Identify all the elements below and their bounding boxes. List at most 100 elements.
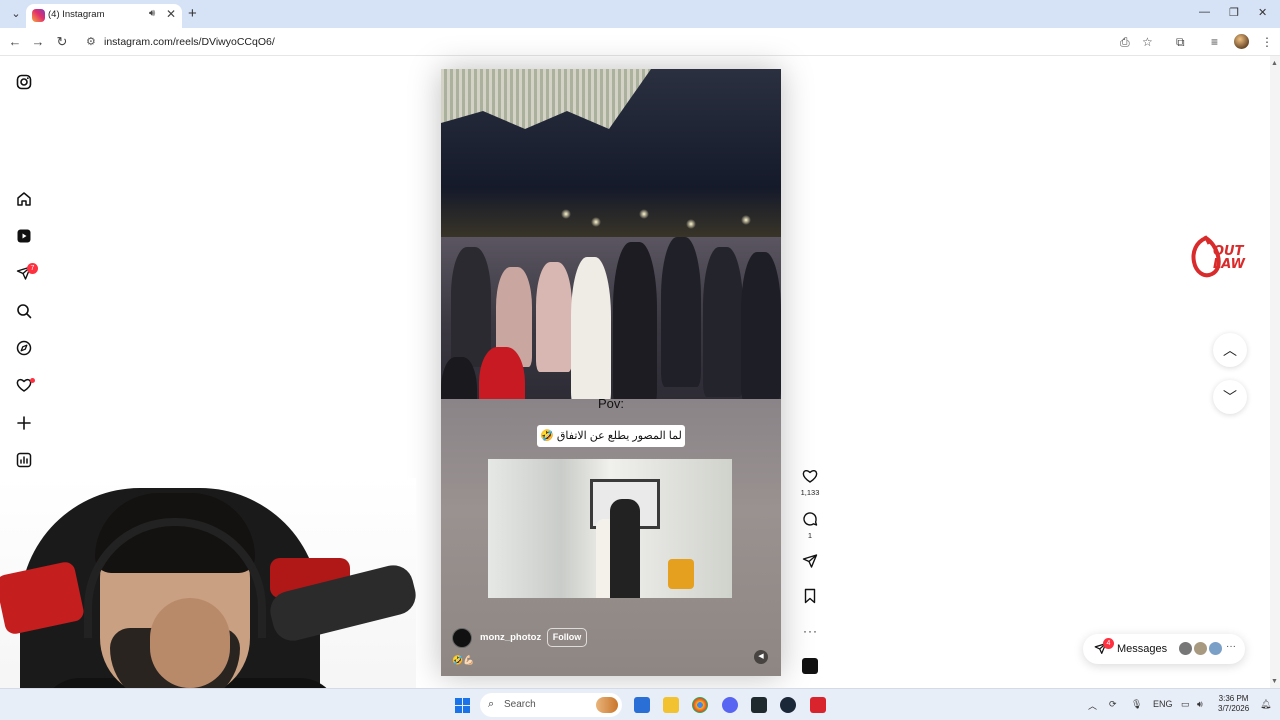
tab-close-icon[interactable]: ✕ bbox=[166, 7, 176, 21]
tab-strip: ⌄ (4) Instagram 🔊︎ ✕ + — ❐ ✕ bbox=[0, 0, 1280, 28]
save-icon[interactable] bbox=[802, 588, 818, 604]
reel-person bbox=[703, 247, 743, 397]
start-button-icon[interactable] bbox=[455, 698, 470, 713]
forward-icon[interactable]: → bbox=[30, 34, 46, 49]
bookmark-star-icon[interactable]: ☆ bbox=[1142, 35, 1153, 49]
minimize-icon[interactable]: — bbox=[1199, 6, 1210, 18]
app-icon[interactable] bbox=[810, 697, 826, 713]
chrome-icon[interactable] bbox=[692, 697, 708, 713]
webcam-overlay bbox=[0, 478, 416, 720]
restore-icon[interactable]: ❐ bbox=[1229, 6, 1239, 19]
browser-profile-avatar[interactable] bbox=[1234, 34, 1249, 49]
page-scrollbar[interactable] bbox=[1270, 56, 1280, 688]
speaker-icon[interactable]: ◀ bbox=[754, 650, 768, 664]
network-icon[interactable]: ▭ bbox=[1181, 699, 1190, 710]
media-control-icon[interactable]: ≡ bbox=[1211, 35, 1218, 49]
audio-playing-icon[interactable]: 🔊︎ bbox=[149, 8, 155, 19]
file-explorer-icon[interactable] bbox=[663, 697, 679, 713]
address-bar[interactable]: ⚙ instagram.com/reels/DViwyoCCqO6/ bbox=[80, 31, 1160, 53]
inset-groom bbox=[610, 499, 640, 598]
create-icon[interactable] bbox=[16, 415, 32, 431]
reel-caption: لما المصور يطلع عن الاتفاق 🤣 bbox=[537, 425, 685, 447]
browser-menu-icon[interactable]: ⋮ bbox=[1261, 35, 1273, 49]
previous-reel-button[interactable]: ︿ bbox=[1213, 333, 1247, 367]
steam-icon[interactable] bbox=[780, 697, 796, 713]
comment-count: 1 bbox=[807, 531, 813, 540]
more-options-icon[interactable]: ··· bbox=[803, 624, 818, 638]
tab-title: (4) Instagram bbox=[48, 9, 105, 20]
message-avatar bbox=[1178, 641, 1193, 656]
reel-person bbox=[536, 262, 572, 372]
follow-button[interactable]: Follow bbox=[547, 628, 587, 647]
search-icon: ⌕ bbox=[488, 698, 495, 710]
reel-light bbox=[639, 209, 649, 219]
taskbar-search-label: Search bbox=[504, 699, 536, 710]
browser-toolbar: ← → ↻ ⚙ instagram.com/reels/DViwyoCCqO6/… bbox=[0, 28, 1280, 56]
reel-person bbox=[451, 247, 491, 367]
reel-person bbox=[571, 257, 611, 407]
reel-light bbox=[741, 215, 751, 225]
notifications-bell-icon[interactable]: 🔔︎ bbox=[1260, 699, 1271, 710]
back-icon[interactable]: ← bbox=[7, 34, 23, 49]
dashboard-icon[interactable] bbox=[16, 452, 32, 468]
inset-chair bbox=[668, 559, 694, 589]
instagram-logo-icon[interactable] bbox=[16, 74, 32, 90]
messages-bar[interactable]: 4 Messages ··· bbox=[1083, 634, 1245, 664]
reel-person bbox=[741, 252, 781, 402]
reel-video[interactable]: Pov: لما المصور يطلع عن الاتفاق 🤣 monz_p… bbox=[441, 69, 781, 676]
notification-dot bbox=[30, 378, 35, 383]
extensions-icon[interactable]: ⧉ bbox=[1176, 35, 1185, 50]
author-avatar[interactable] bbox=[452, 628, 472, 648]
tray-sync-icon[interactable]: ⟳ bbox=[1109, 699, 1117, 710]
windows-taskbar: ⌕ Search ︿ ⟳ 🎙︎ ENG ▭ 🔊︎ 3:36 PM 3/7/202… bbox=[0, 688, 1280, 720]
reel-inset-clip bbox=[488, 459, 732, 598]
tray-overflow-icon[interactable]: ︿ bbox=[1088, 699, 1097, 712]
explore-icon[interactable] bbox=[16, 340, 32, 356]
language-indicator[interactable]: ENG bbox=[1153, 699, 1173, 709]
messages-count-badge: 4 bbox=[1103, 638, 1114, 649]
scroll-down-icon[interactable]: ▼ bbox=[1271, 678, 1278, 685]
new-tab-button[interactable]: + bbox=[188, 5, 197, 22]
reels-icon[interactable] bbox=[16, 228, 32, 244]
discord-icon[interactable] bbox=[722, 697, 738, 713]
original-audio-thumbnail[interactable] bbox=[802, 658, 818, 674]
microphone-tray-icon[interactable]: 🎙︎ bbox=[1131, 699, 1142, 710]
store-icon[interactable] bbox=[634, 697, 650, 713]
site-info-icon[interactable]: ⚙ bbox=[86, 35, 96, 48]
messages-badge: 7 bbox=[27, 263, 38, 274]
outlaw-logo-text: OUT LAW bbox=[1213, 245, 1245, 271]
clock-date: 3/7/2026 bbox=[1218, 704, 1250, 713]
messages-more-icon[interactable]: ··· bbox=[1226, 641, 1236, 652]
home-icon[interactable] bbox=[16, 191, 32, 207]
reel-person bbox=[613, 242, 657, 407]
reel-light bbox=[686, 219, 696, 229]
scroll-up-icon[interactable]: ▲ bbox=[1271, 60, 1278, 67]
share-icon[interactable] bbox=[802, 553, 818, 569]
reel-overlay-title: Pov: bbox=[597, 396, 624, 411]
like-icon[interactable] bbox=[802, 468, 818, 484]
install-app-icon[interactable]: ⎙ bbox=[1120, 35, 1130, 50]
terminal-icon[interactable] bbox=[751, 697, 767, 713]
search-highlight-icon bbox=[596, 697, 618, 713]
url-text: instagram.com/reels/DViwyoCCqO6/ bbox=[104, 36, 275, 48]
reel-description[interactable]: 🤣💪🏻 bbox=[452, 655, 474, 666]
volume-icon[interactable]: 🔊︎ bbox=[1197, 699, 1203, 710]
comment-icon[interactable] bbox=[802, 511, 818, 527]
taskbar-search[interactable]: ⌕ Search bbox=[480, 693, 622, 717]
clock-time: 3:36 PM bbox=[1218, 694, 1249, 703]
tab-search-menu-icon[interactable]: ⌄ bbox=[8, 6, 24, 22]
messages-label: Messages bbox=[1117, 643, 1168, 655]
close-window-icon[interactable]: ✕ bbox=[1258, 6, 1267, 19]
reel-person bbox=[661, 237, 701, 387]
reload-icon[interactable]: ↻ bbox=[54, 34, 70, 50]
next-reel-button[interactable]: ﹀ bbox=[1213, 380, 1247, 414]
search-icon[interactable] bbox=[16, 303, 32, 319]
author-name[interactable]: monz_photoz bbox=[480, 632, 541, 643]
tab-instagram[interactable]: (4) Instagram 🔊︎ ✕ bbox=[26, 4, 182, 28]
message-avatar bbox=[1208, 641, 1223, 656]
reel-light bbox=[591, 217, 601, 227]
reel-light bbox=[561, 209, 571, 219]
system-clock[interactable]: 3:36 PM 3/7/2026 bbox=[1218, 694, 1249, 714]
logo-line-2: LAW bbox=[1213, 257, 1245, 272]
message-avatar bbox=[1193, 641, 1208, 656]
